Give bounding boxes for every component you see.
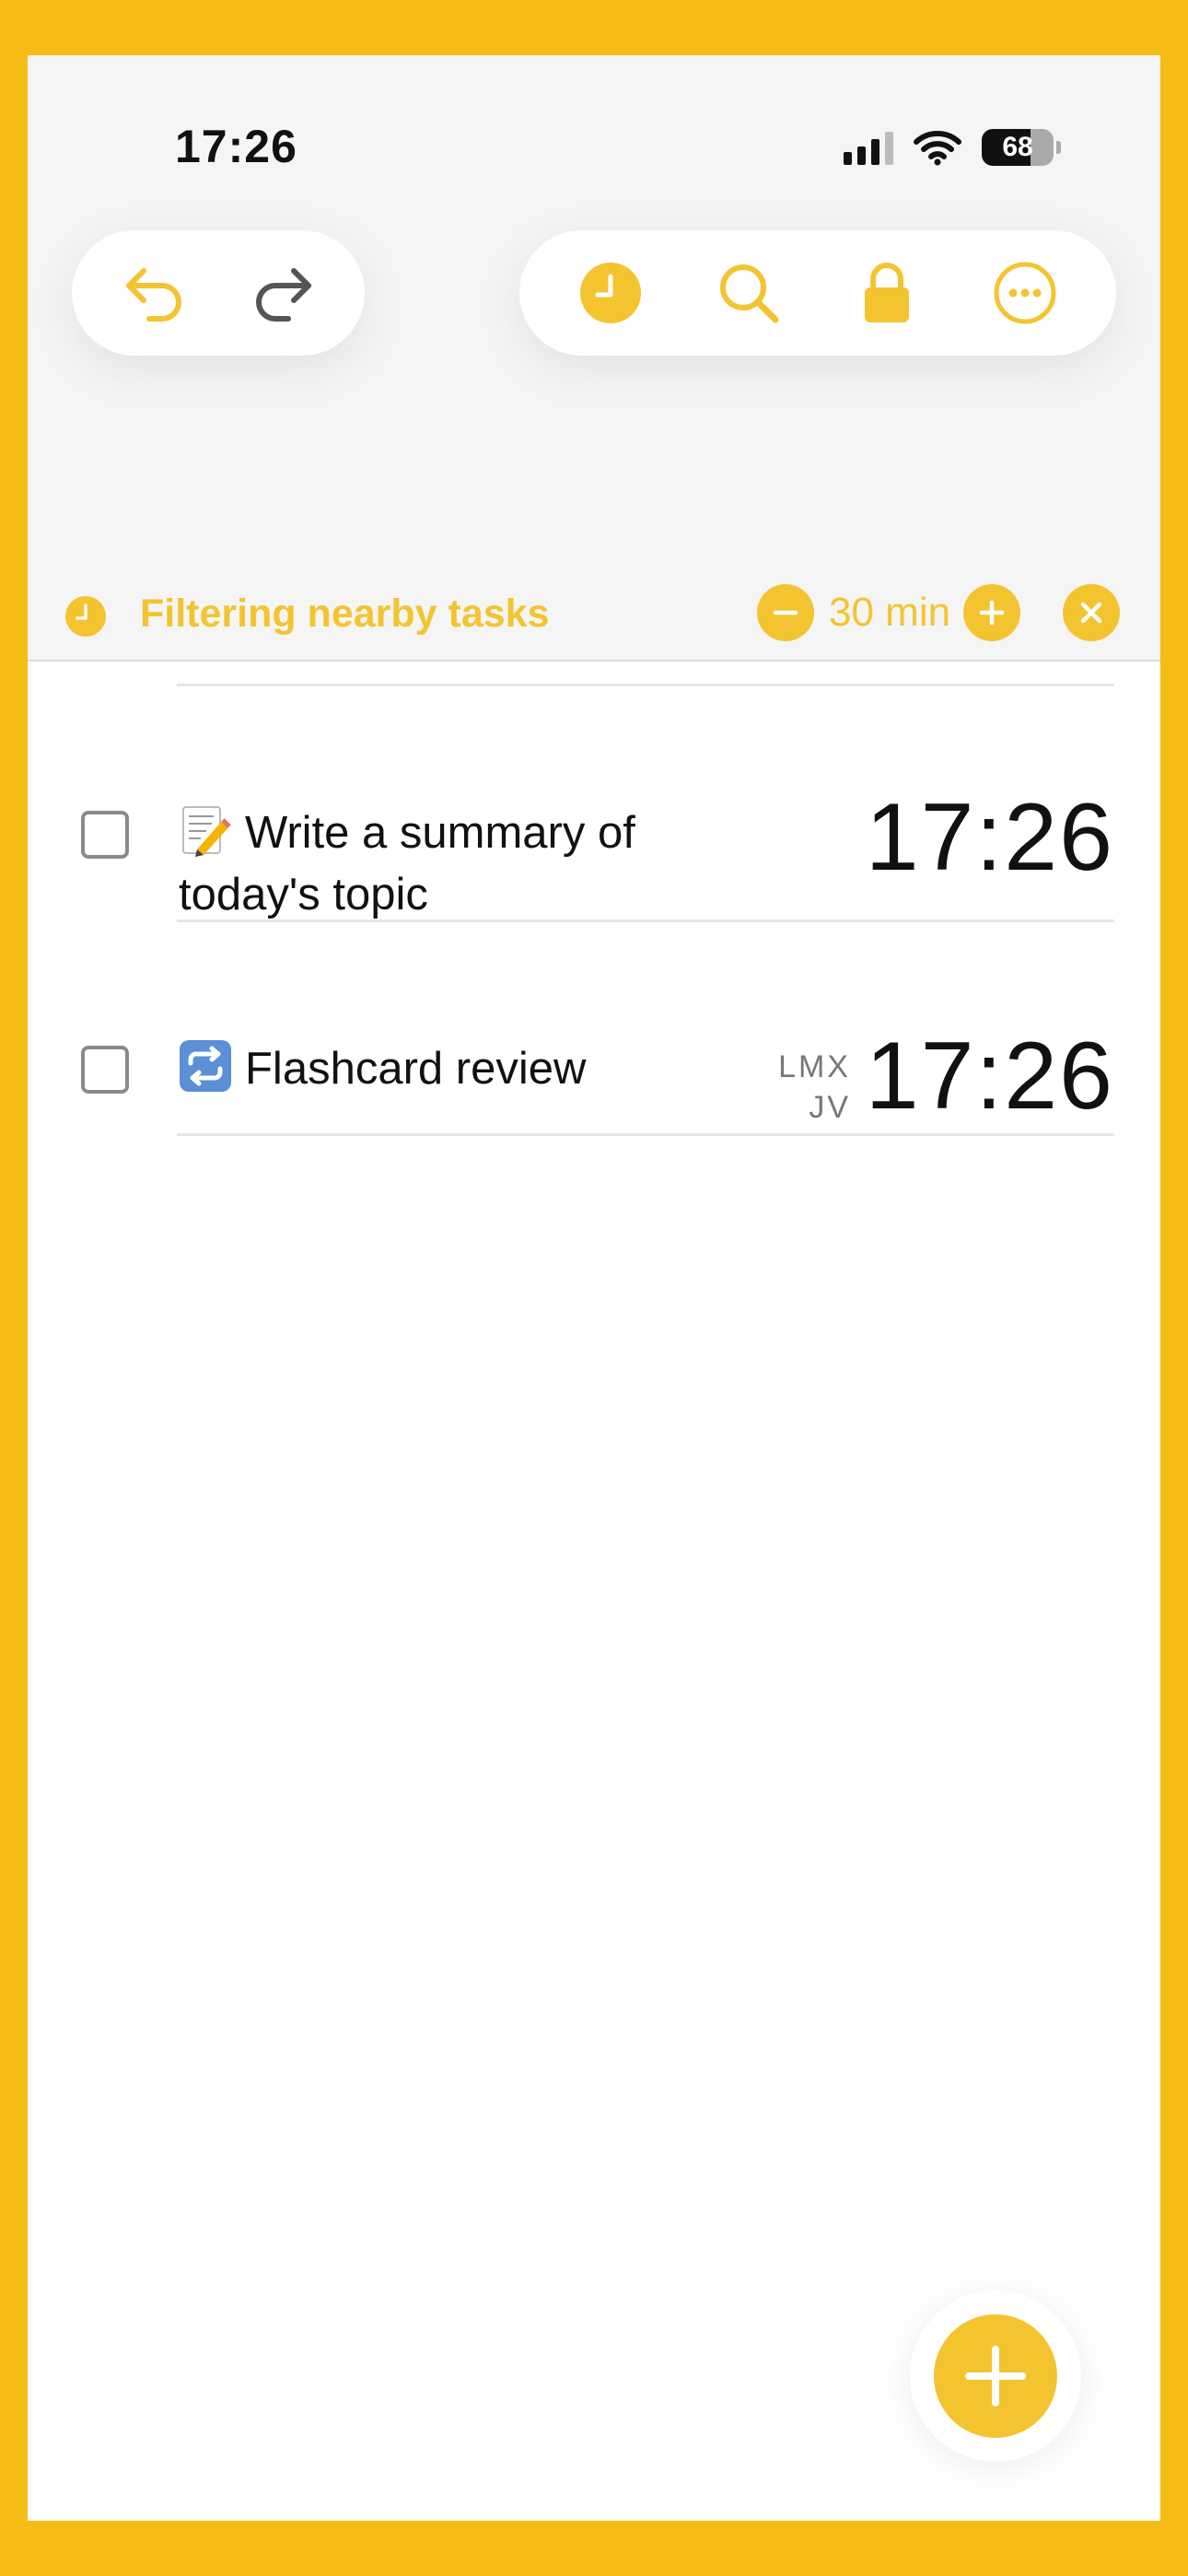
battery-level: 68 [982,129,1054,166]
close-icon [1080,602,1102,624]
redo-button[interactable] [241,252,324,334]
status-icons: 68 [844,129,1061,166]
plus-icon [965,2346,1026,2406]
task-checkbox[interactable] [81,811,129,859]
filter-bar: Filtering nearby tasks 30 min [28,571,1160,660]
filter-label: Filtering nearby tasks [140,591,550,636]
undo-icon [125,268,181,322]
add-task-button[interactable] [934,2314,1057,2438]
clock-icon [65,596,106,637]
battery-icon: 68 [982,129,1061,166]
redo-icon [255,268,311,322]
decrease-range-button[interactable] [757,584,814,641]
task-time: 17:26 [865,1023,1114,1130]
more-icon [994,262,1056,324]
search-button[interactable] [707,252,790,334]
close-filter-button[interactable] [1063,584,1120,641]
increase-range-button[interactable] [963,584,1021,641]
memo-icon [182,806,231,857]
lock-icon [865,263,909,322]
undo-button[interactable] [113,252,196,334]
task-title-text: Write a summary of today's topic [179,808,635,919]
repeat-days-line-2: JV [809,1090,851,1125]
history-toolbar [72,230,365,356]
repeat-icon [180,1040,231,1092]
app-screen: 17:26 68 Filtering nearby tasks 30 min W… [28,55,1160,2521]
task-title: Write a summary of today's topic [179,802,768,926]
task-row[interactable]: Flashcard review LMX JV 17:26 [28,922,1160,1134]
minus-icon [773,610,798,615]
header-divider [28,660,1160,662]
lock-button[interactable] [845,252,928,334]
cellular-signal-icon [844,130,893,165]
search-icon [720,264,779,323]
actions-toolbar [519,230,1116,356]
task-title: Flashcard review [179,1038,768,1100]
task-time: 17:26 [865,784,1114,891]
more-button[interactable] [984,252,1066,334]
task-checkbox[interactable] [81,1046,129,1094]
list-separator [177,1133,1114,1136]
clock-icon [580,263,641,323]
filter-minutes: 30 min [829,590,951,635]
nearby-filter-button[interactable] [569,252,652,334]
task-title-text: Flashcard review [245,1044,587,1094]
plus-icon [979,600,1005,626]
repeat-days-line-1: LMX [778,1049,851,1084]
wifi-icon [914,131,961,166]
filter-range-controls: 30 min [757,584,1021,641]
task-repeat-days: LMX JV [778,1047,851,1128]
status-time: 17:26 [175,121,297,172]
list-separator [177,684,1114,686]
